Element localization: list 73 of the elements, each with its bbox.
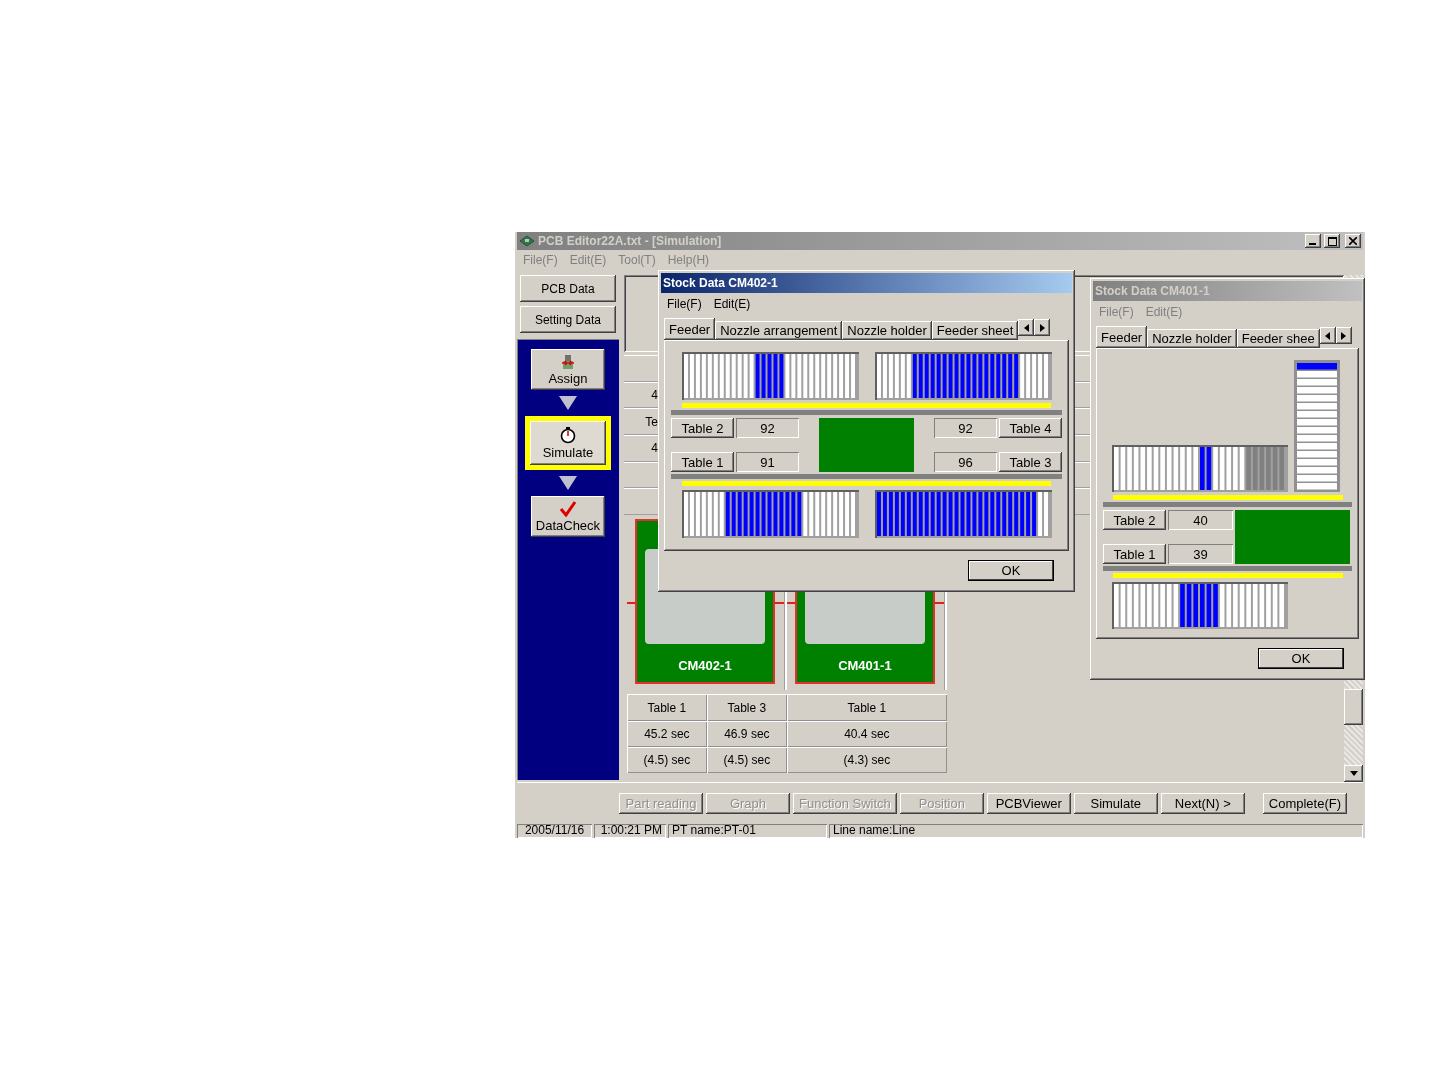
minimize-button[interactable] (1305, 234, 1321, 248)
step-button[interactable]: Assign (530, 349, 605, 390)
table-button[interactable]: Table 3 (999, 452, 1062, 472)
scrollbar-thumb[interactable] (1344, 689, 1363, 725)
down-arrow-icon (1349, 771, 1358, 776)
tab[interactable]: Nozzle holder (1147, 329, 1237, 348)
maximize-button[interactable] (1324, 234, 1340, 248)
window-title: Stock Data CM402-1 (663, 276, 778, 290)
table-cell: 4 (651, 388, 658, 402)
quantity-display: 92 (934, 418, 997, 438)
down-arrow-icon (558, 476, 577, 490)
checkmark-icon (558, 500, 577, 517)
table-cell: (4.3) sec (786, 747, 947, 773)
machine-name: CM401-1 (838, 658, 892, 673)
toolbar-button[interactable]: Complete(F) (1262, 792, 1347, 814)
scroll-right-button[interactable] (1034, 319, 1051, 336)
tab[interactable]: Feeder (1096, 326, 1148, 348)
tab[interactable]: Feeder shee (1236, 329, 1320, 348)
ok-button[interactable]: OK (1258, 647, 1344, 669)
menu-item[interactable]: File(F) (667, 297, 702, 311)
status-text: 2005/11/16 (517, 824, 592, 838)
table-cell: 4 (651, 441, 658, 456)
status-text: Line name:Line (829, 824, 1363, 838)
table-button[interactable]: Table 2 (1103, 510, 1166, 530)
table-header: Table 3 (706, 694, 787, 721)
toolbar-button[interactable]: PCBViewer (986, 792, 1071, 814)
scroll-left-button[interactable] (1018, 319, 1035, 336)
window-title: Stock Data CM401-1 (1095, 284, 1210, 298)
right-arrow-icon (1341, 331, 1347, 340)
table-cell: 40.4 sec (786, 721, 947, 747)
machine-name: CM402-1 (678, 658, 732, 673)
quantity-display: 40 (1168, 510, 1233, 530)
table-button[interactable]: Table 4 (999, 418, 1062, 438)
table-header: Table 1 (786, 694, 947, 721)
quantity-display: 39 (1168, 544, 1233, 564)
quantity-display: 92 (736, 418, 799, 438)
stopwatch-icon (558, 426, 577, 444)
table-button[interactable]: Table 2 (671, 418, 734, 438)
right-arrow-icon (1039, 323, 1045, 332)
table-cell: Te (645, 414, 658, 429)
close-button[interactable] (1345, 234, 1361, 248)
table-header: Table 1 (626, 694, 707, 721)
status-text: 1:00:21 PM (594, 824, 666, 838)
toolbar-button[interactable]: Simulate (1073, 792, 1158, 814)
step-button[interactable]: DataCheck (530, 496, 605, 537)
toolbar-button[interactable]: Next(N) > (1160, 792, 1245, 814)
scroll-down-button[interactable] (1344, 765, 1363, 782)
table-button[interactable]: Table 1 (671, 452, 734, 472)
tab[interactable]: Nozzle holder (842, 321, 932, 340)
tab[interactable]: Nozzle arrangement (715, 321, 843, 340)
step-button[interactable]: Simulate (524, 416, 611, 470)
table-cell: 46.9 sec (706, 721, 787, 747)
table-cell: (4.5) sec (626, 747, 707, 773)
app-icon (519, 235, 535, 247)
maximize-icon (1327, 236, 1337, 246)
left-arrow-icon (1325, 331, 1331, 340)
quantity-display: 91 (736, 452, 799, 472)
table-button[interactable]: Table 1 (1103, 544, 1166, 564)
assign-icon (559, 353, 576, 370)
tab[interactable]: Feeder sheet (931, 321, 1019, 340)
menu-item[interactable]: Edit(E) (713, 297, 751, 311)
status-text: PT name:PT-01 (668, 824, 827, 838)
table-cell: 45.2 sec (626, 721, 707, 747)
quantity-display: 96 (934, 452, 997, 472)
down-arrow-icon (558, 396, 577, 410)
left-arrow-icon (1023, 323, 1029, 332)
window-title: PCB Editor22A.txt - [Simulation] (538, 234, 722, 248)
table-cell: (4.5) sec (706, 747, 787, 773)
ok-button[interactable]: OK (968, 559, 1054, 581)
nav-button[interactable]: PCB Data (519, 275, 616, 302)
tab[interactable]: Feeder (664, 318, 716, 340)
close-icon (1349, 237, 1357, 245)
nav-button[interactable]: Setting Data (519, 306, 616, 333)
